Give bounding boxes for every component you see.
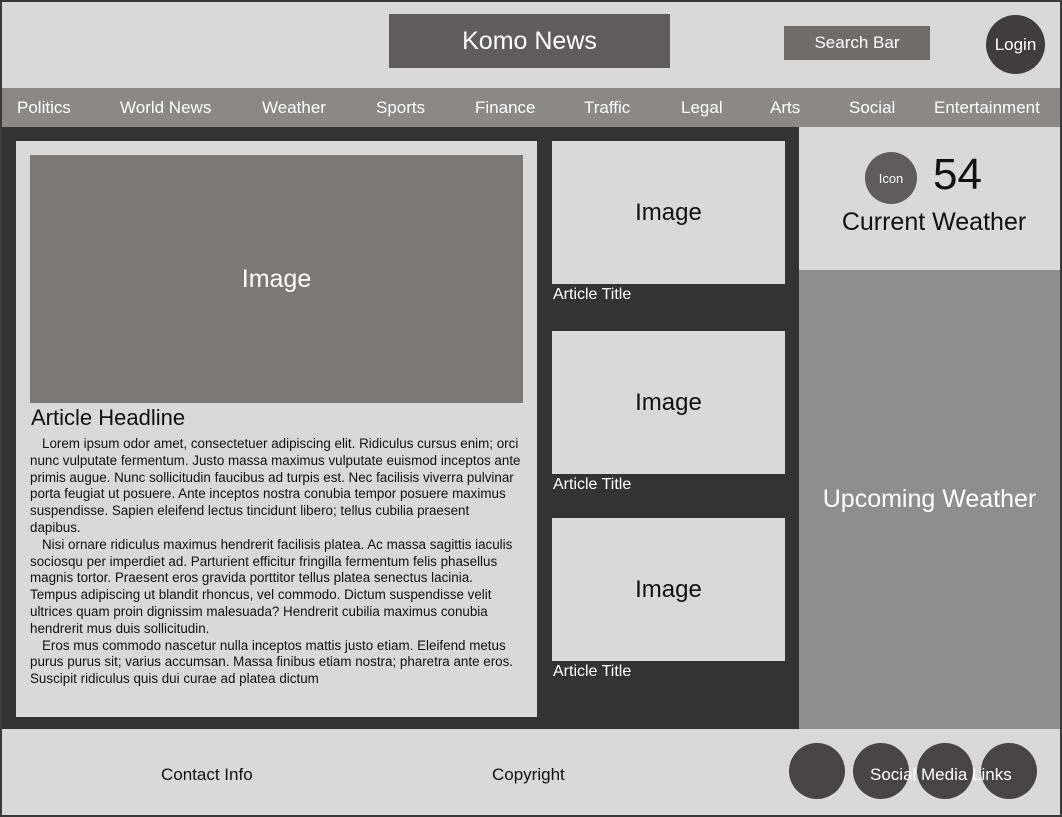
copyright-text: Copyright [492,765,565,784]
nav-bar: Politics World News Weather Sports Finan… [2,88,1060,127]
nav-item-traffic[interactable]: Traffic [584,88,630,127]
social-media-links-label: Social Media Links [870,765,1012,784]
article-card-image[interactable]: Image [552,141,785,284]
site-title[interactable]: Komo News [389,14,670,68]
article-card-image[interactable]: Image [552,518,785,661]
nav-item-sports[interactable]: Sports [376,88,425,127]
nav-item-entertainment[interactable]: Entertainment [934,88,1040,127]
weather-icon: Icon [865,152,917,204]
nav-item-world-news[interactable]: World News [120,88,211,127]
nav-item-politics[interactable]: Politics [17,88,71,127]
article-paragraph: Nisi ornare ridiculus maximus hendrerit … [30,536,513,636]
nav-item-legal[interactable]: Legal [681,88,723,127]
nav-item-arts[interactable]: Arts [770,88,800,127]
nav-item-finance[interactable]: Finance [475,88,535,127]
article-card-image[interactable]: Image [552,331,785,474]
article-card-title[interactable]: Article Title [553,286,631,304]
article-headline[interactable]: Article Headline [31,405,185,431]
upcoming-weather-panel[interactable]: Upcoming Weather [799,270,1060,729]
nav-item-social[interactable]: Social [849,88,895,127]
article-card-title[interactable]: Article Title [553,663,631,681]
article-card-title[interactable]: Article Title [553,476,631,494]
contact-info-link[interactable]: Contact Info [161,765,253,785]
login-button[interactable]: Login [986,15,1045,74]
search-bar[interactable]: Search Bar [784,26,930,60]
featured-image[interactable]: Image [30,155,523,403]
article-paragraph: Lorem ipsum odor amet, consectetuer adip… [30,436,521,535]
social-media-icon[interactable] [789,743,845,799]
current-weather-label: Current Weather [841,208,1027,236]
article-paragraph: Eros mus commodo nascetur nulla inceptos… [30,637,514,687]
temperature-value: 54 [933,150,982,199]
nav-item-weather[interactable]: Weather [262,88,326,127]
current-weather-panel [799,127,1060,270]
article-body: Lorem ipsum odor amet, consectetuer adip… [30,436,522,688]
